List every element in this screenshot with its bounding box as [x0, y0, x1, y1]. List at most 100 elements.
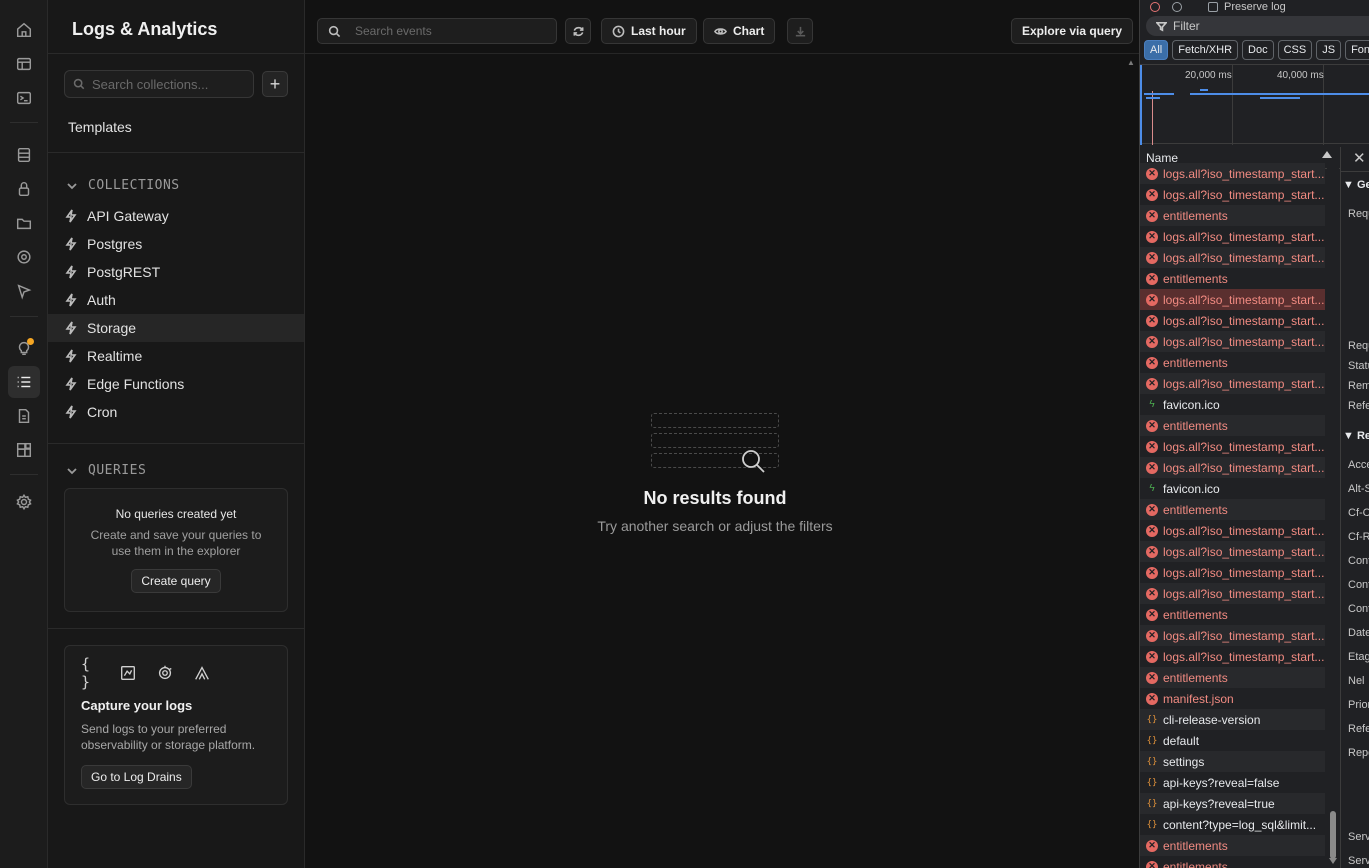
sql-editor-icon[interactable] — [8, 82, 40, 114]
request-row[interactable]: ✕ logs.all?iso_timestamp_start... — [1140, 163, 1325, 184]
integrations-icon[interactable] — [8, 434, 40, 466]
type-filter-js[interactable]: JS — [1316, 40, 1342, 60]
storage-icon[interactable] — [8, 207, 40, 239]
search-collections-placeholder: Search collections... — [92, 76, 209, 92]
request-row[interactable]: ✕ logs.all?iso_timestamp_start... — [1140, 562, 1325, 583]
collections-section-toggle[interactable]: COLLECTIONS — [66, 178, 180, 193]
request-row[interactable]: ✕ logs.all?iso_timestamp_start... — [1140, 184, 1325, 205]
refresh-button[interactable] — [565, 18, 591, 44]
request-row[interactable]: ✕ logs.all?iso_timestamp_start... — [1140, 289, 1325, 310]
templates-link[interactable]: Templates — [68, 119, 132, 135]
error-icon: ✕ — [1146, 671, 1158, 684]
realtime-icon[interactable] — [8, 241, 40, 273]
timeline-bar — [1190, 93, 1369, 95]
request-row[interactable]: ✕ logs.all?iso_timestamp_start... — [1140, 646, 1325, 667]
record-icon[interactable] — [1150, 2, 1160, 12]
clear-icon[interactable] — [1172, 2, 1182, 12]
request-row[interactable]: ϟ favicon.ico — [1140, 478, 1325, 499]
header-key: Cf-C — [1348, 507, 1369, 519]
collection-item-realtime[interactable]: Realtime — [48, 342, 304, 370]
settings-icon[interactable] — [8, 486, 40, 518]
request-row[interactable]: ✕ entitlements — [1140, 268, 1325, 289]
collection-item-cron[interactable]: Cron — [48, 398, 304, 426]
type-filter-font[interactable]: Font — [1345, 40, 1369, 60]
request-row[interactable]: ✕ entitlements — [1140, 352, 1325, 373]
request-row[interactable]: {} default — [1140, 730, 1325, 751]
request-row[interactable]: ✕ logs.all?iso_timestamp_start... — [1140, 331, 1325, 352]
request-row[interactable]: ✕ entitlements — [1140, 205, 1325, 226]
create-query-button[interactable]: Create query — [131, 569, 221, 593]
search-collections-input[interactable]: Search collections... — [64, 70, 254, 98]
edge-functions-icon[interactable] — [8, 275, 40, 307]
queries-section-toggle[interactable]: QUERIES — [66, 463, 146, 478]
request-row[interactable]: ✕ logs.all?iso_timestamp_start... — [1140, 457, 1325, 478]
collection-item-api-gateway[interactable]: API Gateway — [48, 202, 304, 230]
advisors-icon[interactable] — [8, 332, 40, 364]
timeline-bar — [1260, 97, 1300, 99]
network-timeline[interactable]: 20,000 ms 40,000 ms — [1140, 64, 1369, 145]
request-list: ✕ logs.all?iso_timestamp_start... ✕ logs.al… — [1140, 163, 1325, 868]
explore-via-query-button[interactable]: Explore via query — [1011, 18, 1134, 44]
search-events-input[interactable]: Search events — [317, 18, 557, 44]
timeline-load-marker — [1152, 91, 1153, 145]
request-row[interactable]: ✕ entitlements — [1140, 604, 1325, 625]
rail-divider — [10, 316, 38, 317]
auth-icon[interactable] — [8, 173, 40, 205]
error-icon: ✕ — [1146, 545, 1158, 558]
request-row[interactable]: ✕ entitlements — [1140, 667, 1325, 688]
request-row[interactable]: ✕ logs.all?iso_timestamp_start... — [1140, 247, 1325, 268]
table-editor-icon[interactable] — [8, 48, 40, 80]
request-row[interactable]: ✕ entitlements — [1140, 856, 1325, 868]
download-button[interactable] — [787, 18, 813, 44]
collection-item-postgres[interactable]: Postgres — [48, 230, 304, 258]
close-icon[interactable]: ✕ — [1353, 149, 1366, 167]
general-section-toggle[interactable]: ▼ Ge — [1343, 179, 1369, 191]
request-row[interactable]: {} content?type=log_sql&limit... — [1140, 814, 1325, 835]
request-row[interactable]: ✕ entitlements — [1140, 499, 1325, 520]
scrollbar-thumb[interactable] — [1330, 811, 1336, 859]
collection-item-edge-functions[interactable]: Edge Functions — [48, 370, 304, 398]
request-row[interactable]: {} api-keys?reveal=true — [1140, 793, 1325, 814]
scroll-up-arrow[interactable]: ▲ — [1127, 58, 1137, 68]
empty-state-title: No results found — [643, 488, 787, 508]
collection-item-auth[interactable]: Auth — [48, 286, 304, 314]
add-collection-button[interactable]: + — [262, 71, 288, 97]
time-range-button[interactable]: Last hour — [601, 18, 697, 44]
request-list-scrollbar[interactable] — [1327, 163, 1339, 868]
datadog-icon — [118, 663, 138, 683]
log-drains-button[interactable]: Go to Log Drains — [81, 765, 192, 789]
request-row[interactable]: ✕ logs.all?iso_timestamp_start... — [1140, 436, 1325, 457]
request-row[interactable]: {} settings — [1140, 751, 1325, 772]
request-row[interactable]: ✕ logs.all?iso_timestamp_start... — [1140, 373, 1325, 394]
preserve-log-checkbox[interactable] — [1208, 2, 1218, 12]
json-icon: {} — [1146, 756, 1158, 767]
request-row[interactable]: ✕ logs.all?iso_timestamp_start... — [1140, 226, 1325, 247]
request-row[interactable]: {} cli-release-version — [1140, 709, 1325, 730]
database-icon[interactable] — [8, 139, 40, 171]
collection-item-storage[interactable]: Storage — [48, 314, 304, 342]
request-row[interactable]: ✕ logs.all?iso_timestamp_start... — [1140, 520, 1325, 541]
chart-toggle-button[interactable]: Chart — [703, 18, 776, 44]
request-row[interactable]: ✕ entitlements — [1140, 835, 1325, 856]
request-type-filters: All Fetch/XHR Doc CSS JS Font — [1144, 40, 1369, 60]
request-row[interactable]: ✕ logs.all?iso_timestamp_start... — [1140, 625, 1325, 646]
request-row[interactable]: ✕ logs.all?iso_timestamp_start... — [1140, 310, 1325, 331]
error-icon: ✕ — [1146, 839, 1158, 852]
response-headers-toggle[interactable]: ▼ Re — [1343, 430, 1369, 442]
request-row[interactable]: ✕ logs.all?iso_timestamp_start... — [1140, 583, 1325, 604]
network-filter-input[interactable]: Filter — [1146, 16, 1369, 36]
request-row[interactable]: ✕ entitlements — [1140, 415, 1325, 436]
reports-icon[interactable] — [8, 400, 40, 432]
scroll-down-arrow[interactable] — [1329, 858, 1337, 864]
request-row[interactable]: ✕ logs.all?iso_timestamp_start... — [1140, 541, 1325, 562]
request-row[interactable]: ✕ manifest.json — [1140, 688, 1325, 709]
request-row[interactable]: ϟ favicon.ico — [1140, 394, 1325, 415]
request-row[interactable]: {} api-keys?reveal=false — [1140, 772, 1325, 793]
type-filter-css[interactable]: CSS — [1277, 40, 1313, 60]
home-icon[interactable] — [8, 14, 40, 46]
type-filter-doc[interactable]: Doc — [1242, 40, 1274, 60]
collection-item-postgrest[interactable]: PostgREST — [48, 258, 304, 286]
logs-icon[interactable] — [8, 366, 40, 398]
type-filter-fetch[interactable]: Fetch/XHR — [1172, 40, 1239, 60]
type-filter-all[interactable]: All — [1144, 40, 1169, 60]
